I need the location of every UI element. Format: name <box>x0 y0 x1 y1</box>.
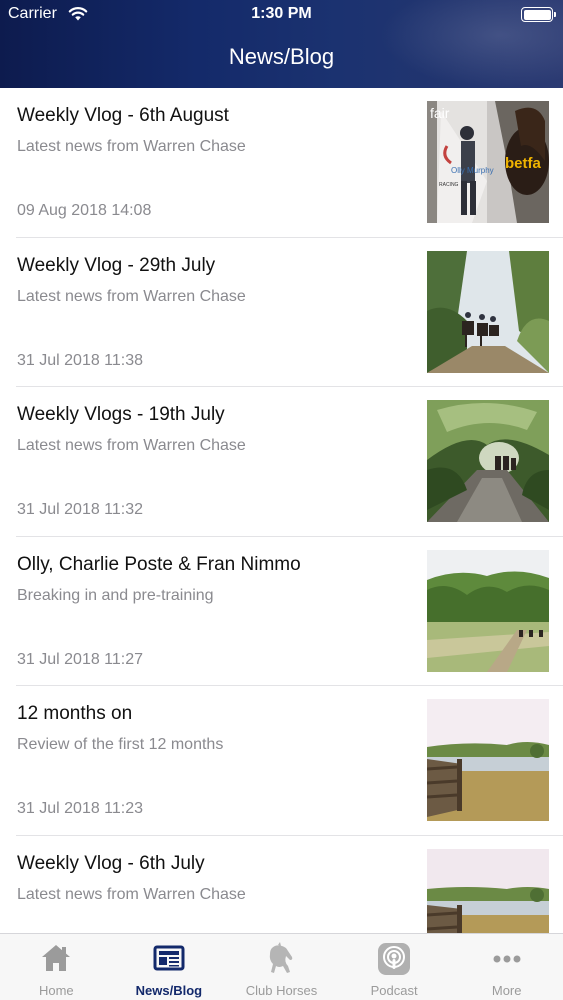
post-thumbnail <box>427 549 549 672</box>
horse-icon <box>270 942 293 973</box>
thumb-text: fair <box>430 105 450 121</box>
status-time: 1:30 PM <box>251 5 312 22</box>
list-item[interactable]: Weekly Vlog - 29th July Latest news from… <box>0 238 563 388</box>
status-bar: Carrier 1:30 PM <box>0 0 563 30</box>
post-subtitle: Latest news from Warren Chase <box>17 287 246 305</box>
tab-bar: Home News/Blog Club Horses Podcast More <box>0 933 563 1000</box>
newspaper-icon <box>153 945 185 971</box>
tab-podcast[interactable]: Podcast <box>338 934 451 1000</box>
list-item[interactable]: Weekly Vlog - 6th July Latest news from … <box>0 836 563 933</box>
post-subtitle: Review of the first 12 months <box>17 736 224 753</box>
thumb-text: betfa <box>505 155 541 172</box>
tab-club-horses[interactable]: Club Horses <box>225 934 338 1000</box>
tab-label: Club Horses <box>245 983 318 998</box>
nav-header: Carrier 1:30 PM News/Blog <box>0 0 563 88</box>
post-title: Weekly Vlog - 6th July <box>17 852 205 874</box>
post-thumbnail <box>427 400 549 522</box>
more-icon <box>493 955 521 963</box>
list-item[interactable]: Weekly Vlog - 6th August Latest news fro… <box>0 88 563 238</box>
list-item[interactable]: Weekly Vlogs - 19th July Latest news fro… <box>0 387 563 537</box>
post-date: 31 Jul 2018 11:27 <box>17 650 144 668</box>
post-thumbnail: fair betfa Olly Murphy RACING <box>427 101 549 223</box>
post-date: 31 Jul 2018 11:38 <box>17 351 144 369</box>
thumb-text: RACING <box>439 182 459 188</box>
tab-label: Podcast <box>370 983 418 998</box>
thumb-text: Olly Murphy <box>451 166 494 175</box>
post-thumbnail <box>427 250 549 373</box>
page-title: News/Blog <box>228 44 335 69</box>
post-title: Weekly Vlog - 29th July <box>17 254 216 276</box>
tab-label: Home <box>38 983 74 998</box>
post-title: 12 months on <box>17 703 133 724</box>
tab-more[interactable]: More <box>450 934 563 1000</box>
post-subtitle: Latest news from Warren Chase <box>17 138 246 155</box>
post-title: Weekly Vlogs - 19th July <box>17 404 225 425</box>
battery-icon <box>521 7 556 22</box>
news-list[interactable]: Weekly Vlog - 6th August Latest news fro… <box>0 88 563 933</box>
podcast-icon <box>378 943 411 975</box>
post-subtitle: Latest news from Warren Chase <box>17 437 246 454</box>
tab-label: News/Blog <box>135 983 203 998</box>
post-thumbnail <box>427 848 549 933</box>
post-date: 31 Jul 2018 11:32 <box>17 501 144 518</box>
tab-label: More <box>491 983 522 998</box>
post-date: 09 Aug 2018 14:08 <box>17 202 152 219</box>
tab-home[interactable]: Home <box>0 934 113 1000</box>
post-subtitle: Breaking in and pre-training <box>17 586 214 604</box>
post-title: Weekly Vlog - 6th August <box>17 105 229 126</box>
tab-news-blog[interactable]: News/Blog <box>113 934 226 1000</box>
post-title: Olly, Charlie Poste & Fran Nimmo <box>17 553 301 575</box>
list-item[interactable]: Olly, Charlie Poste & Fran Nimmo Breakin… <box>0 537 563 687</box>
home-icon <box>42 945 71 971</box>
list-item[interactable]: 12 months on Review of the first 12 mont… <box>0 686 563 836</box>
post-subtitle: Latest news from Warren Chase <box>17 885 246 903</box>
post-thumbnail <box>427 699 549 821</box>
post-date: 31 Jul 2018 11:23 <box>17 800 144 817</box>
